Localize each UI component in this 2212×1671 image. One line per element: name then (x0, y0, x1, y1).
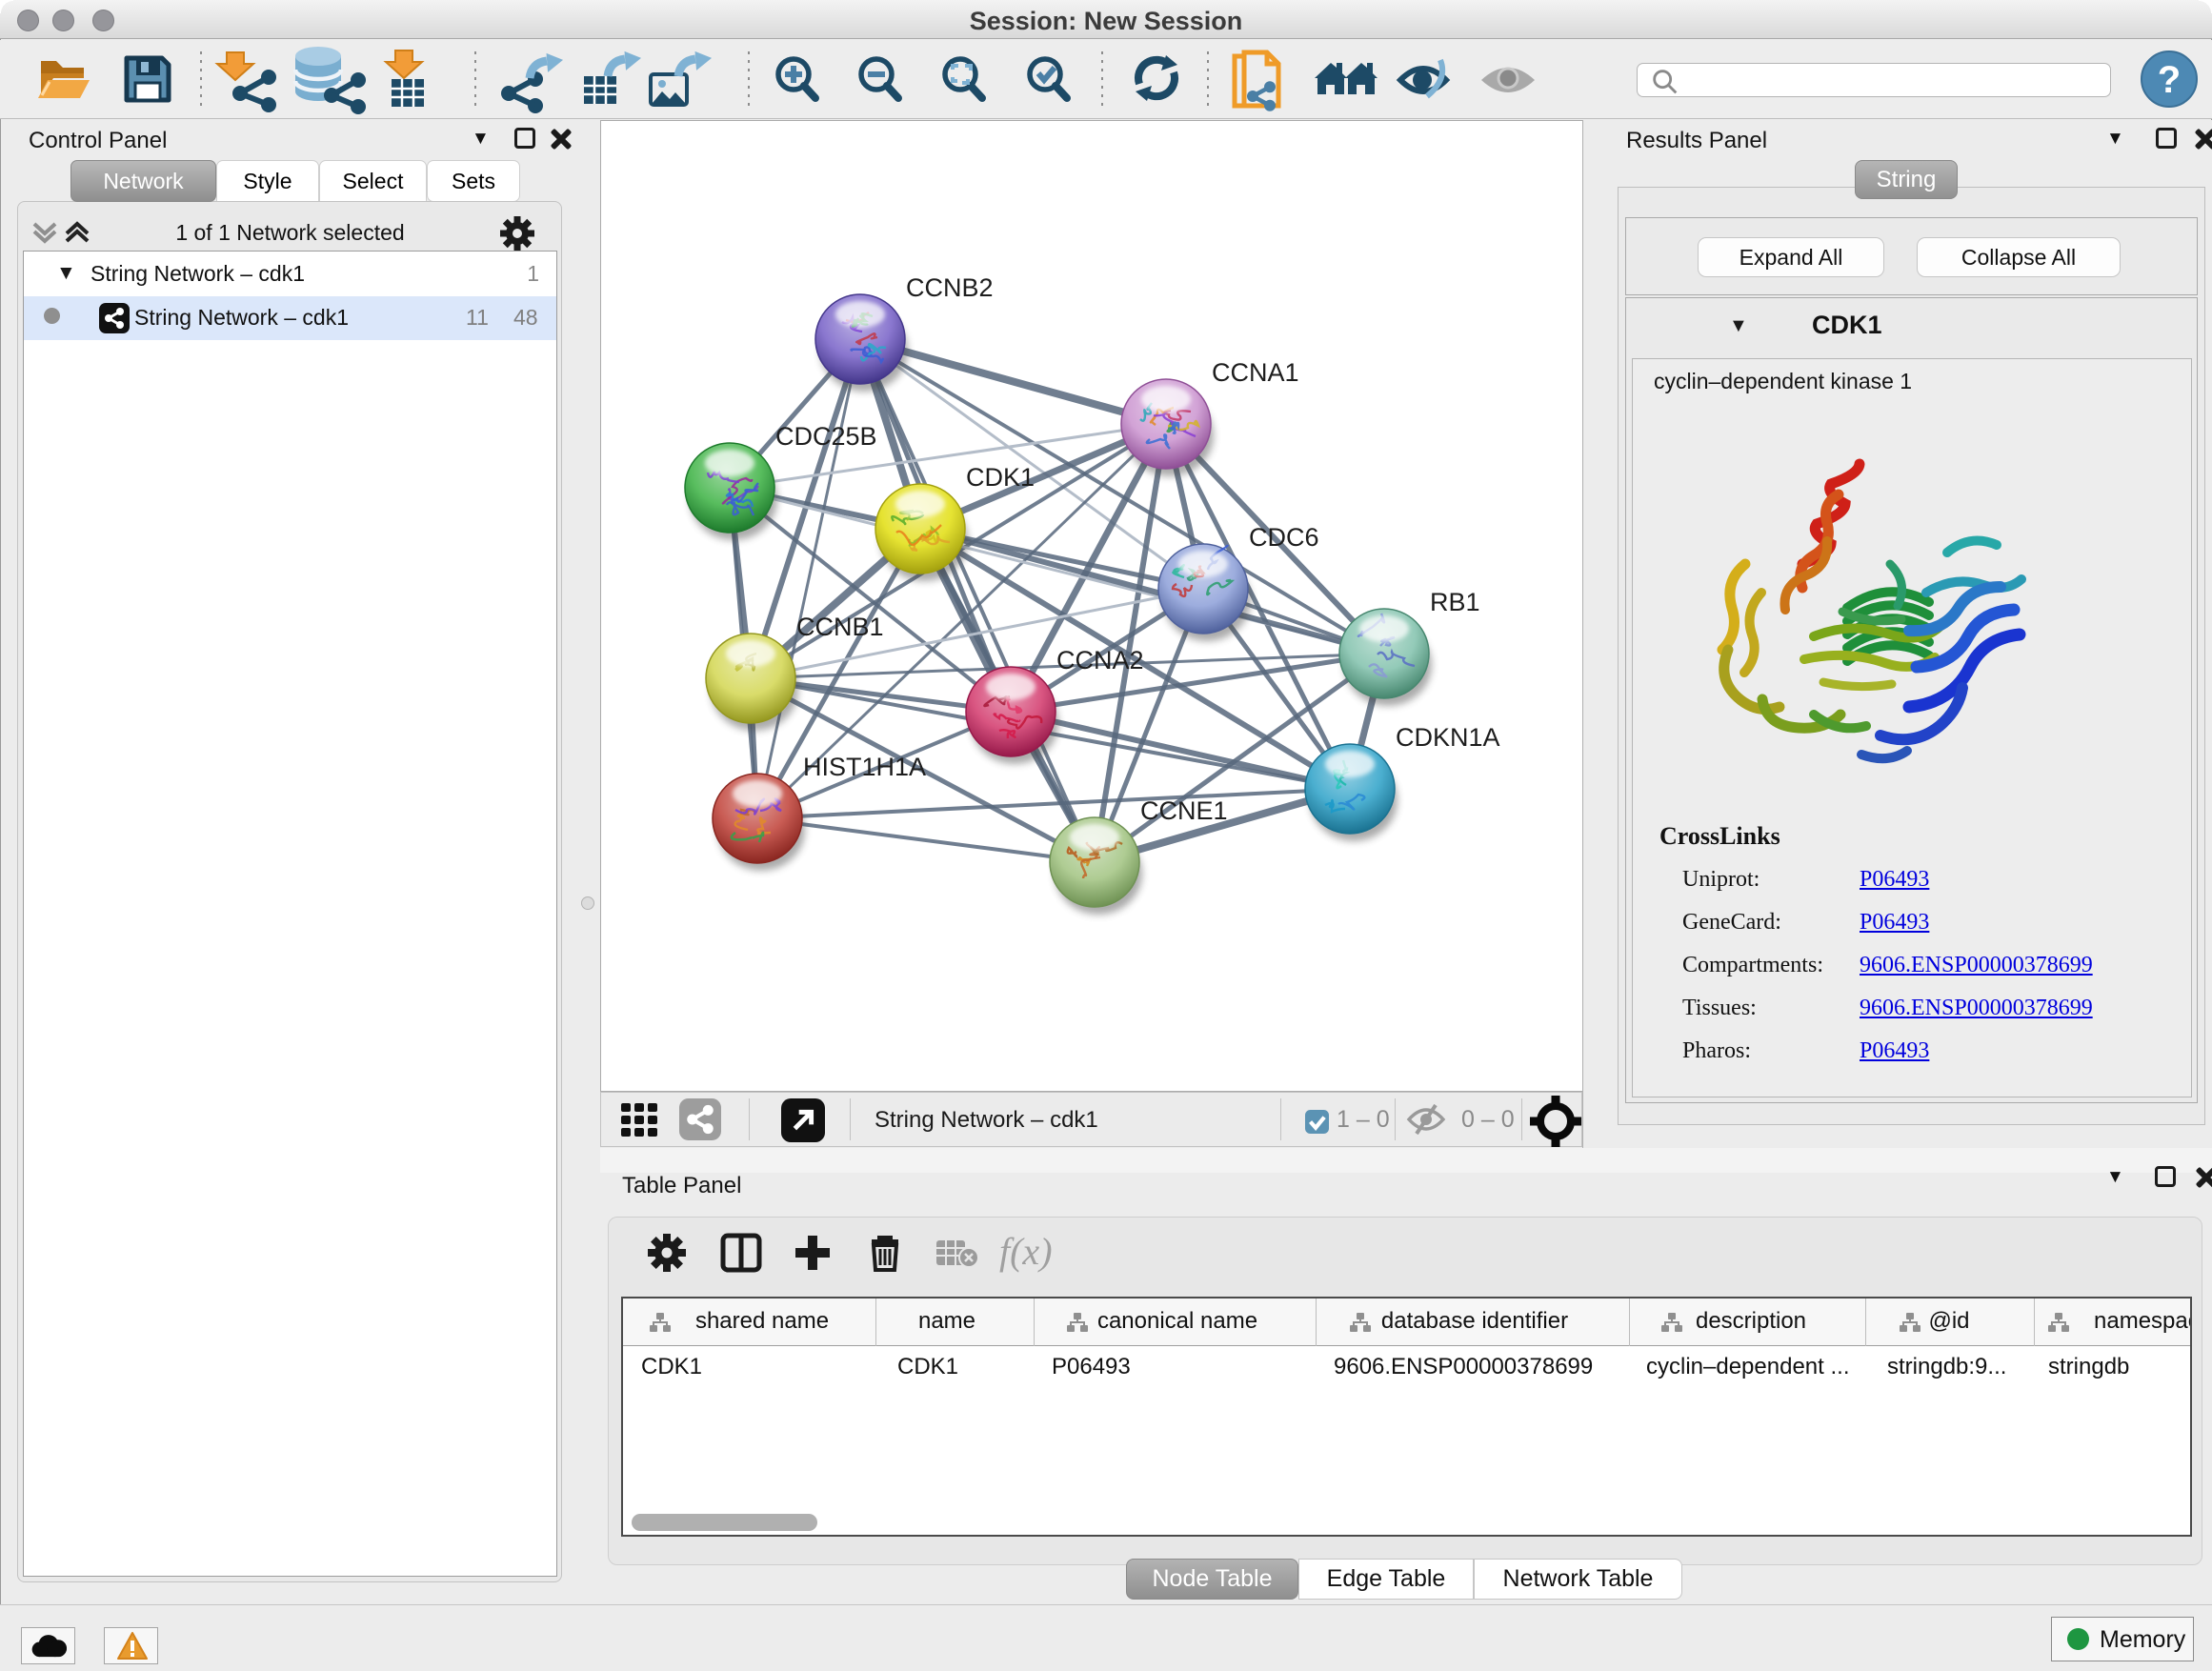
svg-text:CDKN1A: CDKN1A (1396, 723, 1500, 752)
svg-text:CCNB1: CCNB1 (796, 613, 884, 641)
svg-text:CCNA2: CCNA2 (1056, 646, 1144, 674)
svg-text:CDK1: CDK1 (966, 463, 1035, 492)
svg-text:CDC6: CDC6 (1249, 523, 1319, 552)
svg-text:CCNB2: CCNB2 (906, 273, 994, 302)
svg-text:HIST1H1A: HIST1H1A (803, 753, 926, 781)
svg-text:CDC25B: CDC25B (775, 422, 877, 451)
svg-text:RB1: RB1 (1430, 588, 1480, 616)
svg-text:CCNA1: CCNA1 (1212, 358, 1299, 387)
svg-text:CCNE1: CCNE1 (1140, 796, 1228, 825)
